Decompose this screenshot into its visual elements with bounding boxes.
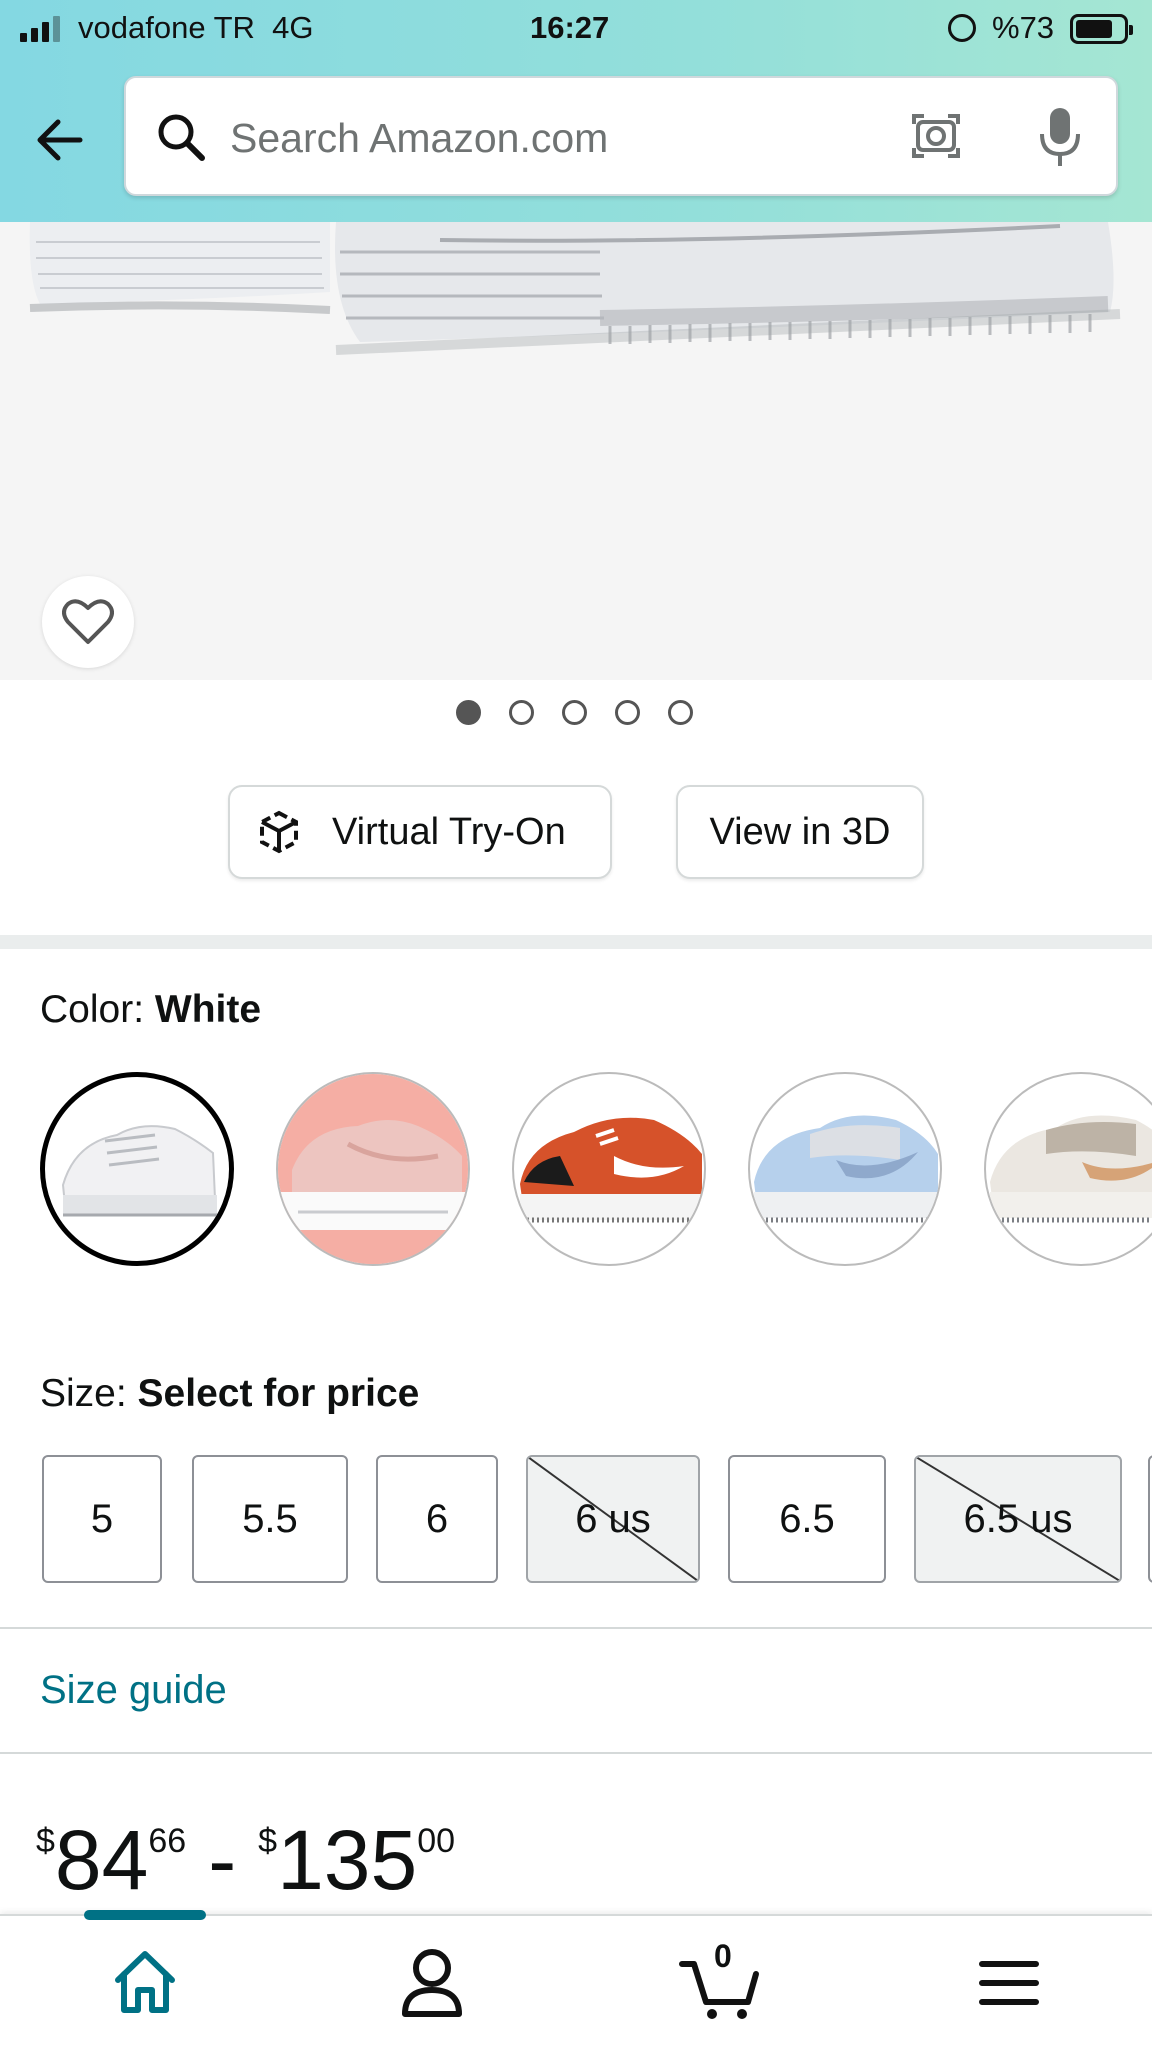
divider — [0, 1627, 1152, 1629]
search-icon — [158, 114, 205, 161]
selected-color: White — [154, 988, 262, 1031]
color-swatches — [40, 1070, 1152, 1270]
size-option[interactable]: 6 — [376, 1455, 498, 1583]
heart-icon — [62, 599, 114, 644]
menu-icon[interactable] — [964, 1938, 1054, 2028]
pagination-dot[interactable] — [456, 700, 481, 725]
view-in-3d-label: View in 3D — [709, 810, 891, 853]
bottom-navigation: 0 — [0, 1910, 1152, 2048]
color-swatch-pink[interactable] — [276, 1072, 470, 1266]
view-in-3d-button[interactable]: View in 3D — [676, 785, 924, 879]
color-swatch-white[interactable] — [40, 1072, 234, 1266]
wishlist-button[interactable] — [42, 576, 134, 668]
size-label: Size: — [40, 1372, 127, 1415]
pagination-dot[interactable] — [615, 700, 640, 725]
price-low-whole: 84 — [54, 1813, 149, 1907]
color-label: Color: — [40, 988, 145, 1031]
product-image[interactable] — [0, 222, 1152, 680]
cube-icon — [260, 810, 298, 854]
color-swatch-light-blue[interactable] — [748, 1072, 942, 1266]
image-pagination — [456, 700, 693, 726]
price-range: $ 84 66 - $ 135 00 — [36, 1812, 456, 1907]
home-icon[interactable] — [100, 1938, 190, 2028]
header: vodafone TR 4G 16:27 %73 Search Amazon.c… — [0, 0, 1152, 222]
network-type: 4G — [272, 10, 314, 45]
pagination-dot[interactable] — [668, 700, 693, 725]
active-tab-indicator — [84, 1910, 206, 1920]
cart-button[interactable]: 0 — [676, 1938, 766, 2028]
price-separator: - — [208, 1813, 237, 1907]
back-arrow-icon[interactable] — [30, 108, 94, 172]
currency-symbol: $ — [258, 1822, 278, 1860]
search-bar[interactable]: Search Amazon.com — [124, 76, 1118, 196]
color-label-row: Color: White — [40, 988, 261, 1032]
carrier-name: vodafone TR 4G — [78, 10, 314, 45]
size-options: 5 5.5 6 6 us 6.5 6.5 us — [40, 1455, 1152, 1585]
account-icon[interactable] — [387, 1938, 477, 2028]
price-high-fraction: 00 — [417, 1822, 456, 1860]
size-option[interactable]: 6.5 — [728, 1455, 886, 1583]
shoe-image — [29, 222, 1121, 355]
size-option[interactable]: 5.5 — [192, 1455, 348, 1583]
price-low-fraction: 66 — [148, 1822, 187, 1860]
battery-icon — [1070, 14, 1133, 44]
status-bar: vodafone TR 4G 16:27 %73 — [0, 0, 1152, 58]
status-time: 16:27 — [530, 10, 610, 45]
search-input[interactable]: Search Amazon.com — [230, 115, 608, 162]
size-option[interactable] — [1148, 1455, 1152, 1583]
size-option-unavailable[interactable]: 6.5 us — [914, 1455, 1122, 1583]
size-guide-link[interactable]: Size guide — [40, 1668, 227, 1713]
currency-symbol: $ — [36, 1822, 55, 1860]
section-divider — [0, 935, 1152, 949]
color-swatch-orange[interactable] — [512, 1072, 706, 1266]
cart-count: 0 — [714, 1938, 732, 1974]
selected-size: Select for price — [137, 1372, 420, 1415]
divider — [0, 1752, 1152, 1754]
price-high-whole: 135 — [277, 1813, 418, 1907]
pagination-dot[interactable] — [509, 700, 534, 725]
color-swatch-beige[interactable] — [984, 1072, 1152, 1266]
virtual-try-on-button[interactable]: Virtual Try-On — [228, 785, 612, 879]
camera-search-icon[interactable] — [906, 106, 966, 166]
pagination-dot[interactable] — [562, 700, 587, 725]
microphone-icon[interactable] — [1030, 104, 1090, 170]
size-option-unavailable[interactable]: 6 us — [526, 1455, 700, 1583]
virtual-try-on-label: Virtual Try-On — [332, 810, 566, 853]
battery-percent: %73 — [992, 10, 1055, 45]
signal-icon — [20, 14, 60, 42]
size-option[interactable]: 5 — [42, 1455, 162, 1583]
orientation-lock-icon — [948, 14, 976, 42]
size-label-row: Size: Select for price — [40, 1372, 419, 1416]
